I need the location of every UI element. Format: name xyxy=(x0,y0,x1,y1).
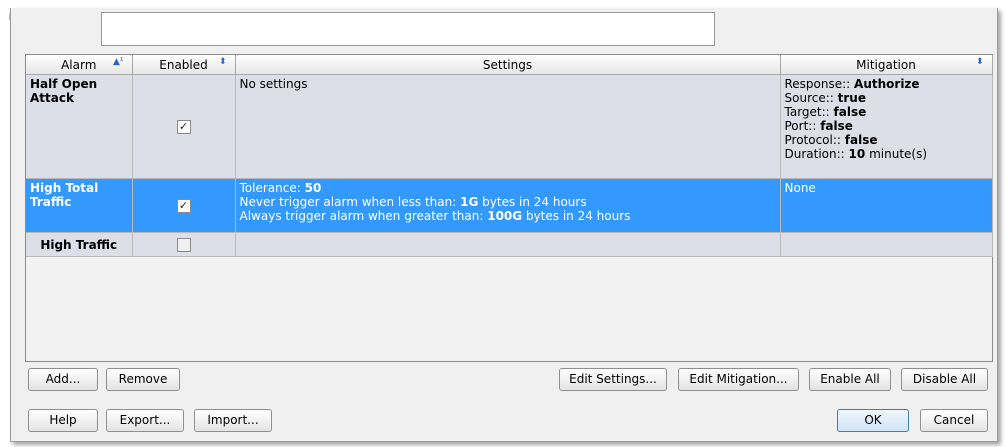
mitigation-label: Target:: xyxy=(784,105,830,119)
settings-cell: No settings xyxy=(235,74,781,179)
remove-button[interactable]: Remove xyxy=(106,368,180,391)
settings-value: 100G xyxy=(487,209,523,223)
column-label: Alarm xyxy=(61,57,97,72)
table-row[interactable]: Half Open Attack ✓ No settings Response:… xyxy=(26,74,993,179)
settings-label: Never trigger alarm when less than: xyxy=(239,195,457,209)
sort-ascending-icon: ▲¹ xyxy=(112,57,124,67)
sort-updown-icon: ⬍ xyxy=(218,57,227,67)
mitigation-cell: None xyxy=(780,178,993,233)
mitigation-line: Source:: true xyxy=(785,91,988,105)
cancel-button[interactable]: Cancel xyxy=(920,409,988,432)
mitigation-line: Target:: false xyxy=(785,105,988,119)
settings-label: Tolerance: xyxy=(239,181,301,195)
mitigation-line: Response:: Authorize xyxy=(785,77,988,91)
mitigation-line: Port:: false xyxy=(785,119,988,133)
mitigation-value: false xyxy=(820,119,853,133)
table-row[interactable]: High Traffic xyxy=(26,232,993,257)
column-header-mitigation[interactable]: Mitigation ⬍ xyxy=(780,55,993,75)
mitigation-value: Authorize xyxy=(854,77,920,91)
top-text-field[interactable] xyxy=(101,12,715,46)
column-header-enabled[interactable]: Enabled ⬍ xyxy=(132,55,236,75)
enabled-cell: ✓ xyxy=(132,74,236,179)
settings-cell xyxy=(235,232,781,257)
column-label: Settings xyxy=(482,57,533,72)
alarms-table: Alarm ▲¹ Enabled ⬍ Settings Mitigation ⬍ xyxy=(25,54,993,362)
mitigation-label: Protocol:: xyxy=(784,133,841,147)
settings-suffix: bytes in 24 hours xyxy=(525,209,631,223)
column-header-settings[interactable]: Settings xyxy=(235,55,781,75)
edit-settings-button[interactable]: Edit Settings... xyxy=(559,368,667,391)
settings-suffix: bytes in 24 hours xyxy=(482,195,587,209)
table-header: Alarm ▲¹ Enabled ⬍ Settings Mitigation ⬍ xyxy=(26,55,993,75)
mitigation-label: Source:: xyxy=(784,91,834,105)
alarm-name-cell: High Traffic xyxy=(26,232,133,257)
edit-mitigation-button[interactable]: Edit Mitigation... xyxy=(678,368,799,391)
mitigation-value: false xyxy=(844,133,878,147)
add-button[interactable]: Add... xyxy=(28,368,98,391)
table-row-selected[interactable]: High Total Traffic ✓ Tolerance: 50 Never… xyxy=(26,178,993,233)
sort-updown-icon: ⬍ xyxy=(975,57,984,67)
mitigation-suffix: minute(s) xyxy=(869,147,928,161)
import-button[interactable]: Import... xyxy=(194,409,272,432)
mitigation-cell: Response:: Authorize Source:: true Targe… xyxy=(780,74,993,179)
mitigation-value: false xyxy=(833,105,867,119)
column-header-alarm[interactable]: Alarm ▲¹ xyxy=(26,55,133,75)
mitigation-label: Response:: xyxy=(784,77,851,91)
enabled-cell: ✓ xyxy=(132,178,236,233)
settings-value: 1G xyxy=(460,195,479,209)
mitigation-cell xyxy=(780,232,993,257)
export-button[interactable]: Export... xyxy=(106,409,184,432)
alarm-name-cell: Half Open Attack xyxy=(26,74,133,179)
settings-line: Tolerance: 50 xyxy=(240,181,776,195)
mitigation-label: Duration:: xyxy=(784,147,845,161)
column-label: Enabled xyxy=(159,57,208,72)
enabled-cell xyxy=(132,232,236,257)
enabled-checkbox[interactable]: ✓ xyxy=(176,119,191,134)
disable-all-button[interactable]: Disable All xyxy=(901,368,988,391)
settings-label: Always trigger alarm when greater than: xyxy=(239,209,484,223)
ok-button[interactable]: OK xyxy=(837,409,909,432)
help-button[interactable]: Help xyxy=(28,409,98,432)
mitigation-value: true xyxy=(837,91,866,105)
mitigation-line: Protocol:: false xyxy=(785,133,988,147)
alarms-dialog: Alarm ▲¹ Enabled ⬍ Settings Mitigation ⬍ xyxy=(10,8,998,442)
enable-all-button[interactable]: Enable All xyxy=(809,368,891,391)
settings-line: Never trigger alarm when less than: 1G b… xyxy=(240,195,776,209)
column-label: Mitigation xyxy=(856,57,916,72)
mitigation-value: 10 xyxy=(848,147,866,161)
alarm-name-cell: High Total Traffic xyxy=(26,178,133,233)
settings-value: 50 xyxy=(304,181,322,195)
mitigation-label: Port:: xyxy=(784,119,817,133)
mitigation-line: Duration:: 10 minute(s) xyxy=(785,147,988,161)
settings-line: Always trigger alarm when greater than: … xyxy=(240,209,776,223)
settings-cell: Tolerance: 50 Never trigger alarm when l… xyxy=(235,178,781,233)
enabled-checkbox[interactable]: ✓ xyxy=(176,198,191,213)
enabled-checkbox[interactable] xyxy=(176,237,191,252)
